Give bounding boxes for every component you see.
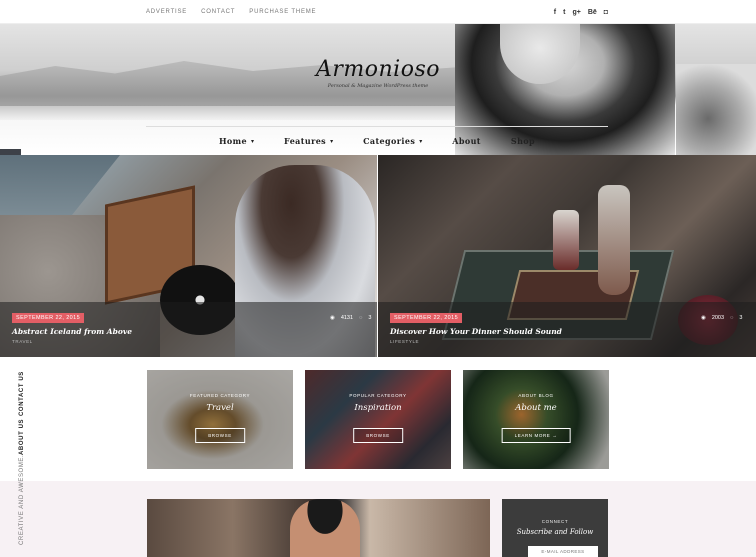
nav-item-label: Features <box>284 136 327 146</box>
site-logo[interactable]: Armonioso <box>260 57 496 82</box>
learn-more-button[interactable]: LEARN MORE → <box>501 428 571 443</box>
chevron-down-icon: ▾ <box>419 137 423 145</box>
comment-count: 3 <box>368 315 372 321</box>
top-links: ADVERTISE CONTACT PURCHASE THEME <box>146 0 316 24</box>
slide-category[interactable]: TRAVEL <box>12 339 33 344</box>
eye-icon: ◉ <box>330 315 335 321</box>
promo-title: About me <box>515 403 557 413</box>
promo-overlay <box>305 370 451 469</box>
nav-item-label: Home <box>218 136 248 146</box>
subscribe-kicker: CONNECT <box>541 519 569 524</box>
comment-icon: ◌ <box>359 315 363 321</box>
site-tagline: Personal & Magazine WordPress theme <box>327 83 429 89</box>
slide-date-badge: SEPTEMBER 22, 2015 <box>390 313 463 323</box>
purchase-theme-link[interactable]: PURCHASE THEME <box>249 9 316 15</box>
side-tagline: CREATIVE AND AWESOME. <box>19 454 25 545</box>
nav-item-categories[interactable]: Categories ▾ <box>363 136 422 146</box>
contact-us-link[interactable]: CONTACT US <box>19 371 25 416</box>
slide-meta: ◉ 2003 ◌ 3 <box>701 315 742 321</box>
nav-item-home[interactable]: Home ▾ <box>219 136 254 146</box>
view-count: 2003 <box>711 315 725 321</box>
nav-item-label: Categories <box>363 136 416 146</box>
nav-item-features[interactable]: Features ▾ <box>284 136 333 146</box>
promo-travel[interactable]: FEATURED CATEGORY Travel BROWSE <box>147 370 293 469</box>
view-count: 4131 <box>340 315 354 321</box>
chevron-down-icon: ▾ <box>251 137 255 145</box>
featured-slide-2[interactable]: SEPTEMBER 22, 2015 Discover How Your Din… <box>378 155 756 357</box>
chevron-down-icon: ▾ <box>330 137 334 145</box>
top-bar: ADVERTISE CONTACT PURCHASE THEME f t g+ … <box>0 0 756 24</box>
site-header: Armonioso Personal & Magazine WordPress … <box>0 24 756 155</box>
advertise-link[interactable]: ADVERTISE <box>146 9 187 15</box>
man-portrait-image <box>290 499 360 557</box>
featured-slide-1[interactable]: SEPTEMBER 22, 2015 Abstract Iceland from… <box>0 155 377 357</box>
nav-item-about[interactable]: About <box>452 136 481 146</box>
promo-title: Travel <box>206 403 234 413</box>
facebook-icon[interactable]: f <box>554 9 556 16</box>
subscribe-widget: CONNECT Subscribe and Follow <box>502 499 608 557</box>
promo-about-me[interactable]: ABOUT BLOG About me LEARN MORE → <box>463 370 609 469</box>
promo-inspiration[interactable]: POPULAR CATEGORY Inspiration BROWSE <box>305 370 451 469</box>
slide-title[interactable]: Abstract Iceland from Above <box>12 327 132 336</box>
google-plus-icon[interactable]: g+ <box>572 9 580 16</box>
comment-icon: ◌ <box>730 315 734 321</box>
promo-title: Inspiration <box>354 403 402 413</box>
glass-image <box>553 210 579 270</box>
promo-kicker: FEATURED CATEGORY <box>189 393 251 398</box>
slide-title[interactable]: Discover How Your Dinner Should Sound <box>390 327 562 336</box>
social-icons: f t g+ Bē ◘ <box>554 0 608 24</box>
browse-button[interactable]: BROWSE <box>195 428 245 443</box>
promo-kicker: POPULAR CATEGORY <box>349 393 407 398</box>
nav-item-shop[interactable]: Shop <box>511 136 535 146</box>
slide-category[interactable]: LIFESTYLE <box>390 339 419 344</box>
slide-date-badge: SEPTEMBER 22, 2015 <box>12 313 85 323</box>
nav-item-label: Shop <box>510 136 536 146</box>
main-nav: Home ▾ Features ▾ Categories ▾ About Sho… <box>146 126 608 155</box>
eye-icon: ◉ <box>701 315 706 321</box>
promo-kicker: ABOUT BLOG <box>518 393 554 398</box>
comment-count: 3 <box>739 315 743 321</box>
promo-overlay <box>463 370 609 469</box>
behance-icon[interactable]: Bē <box>588 9 597 16</box>
promo-overlay <box>147 370 293 469</box>
instagram-icon[interactable]: ◘ <box>604 9 608 16</box>
subscribe-title: Subscribe and Follow <box>516 528 594 536</box>
email-field[interactable] <box>528 546 598 557</box>
decanter-image <box>598 185 630 295</box>
contact-link[interactable]: CONTACT <box>201 9 235 15</box>
slide-meta: ◉ 4131 ◌ 3 <box>330 315 371 321</box>
header-water-image <box>0 106 460 120</box>
browse-button[interactable]: BROWSE <box>353 428 403 443</box>
twitter-icon[interactable]: t <box>563 9 565 16</box>
nav-item-label: About <box>452 136 481 146</box>
about-us-link[interactable]: ABOUT US <box>19 419 25 455</box>
header-tree-image <box>676 64 756 155</box>
